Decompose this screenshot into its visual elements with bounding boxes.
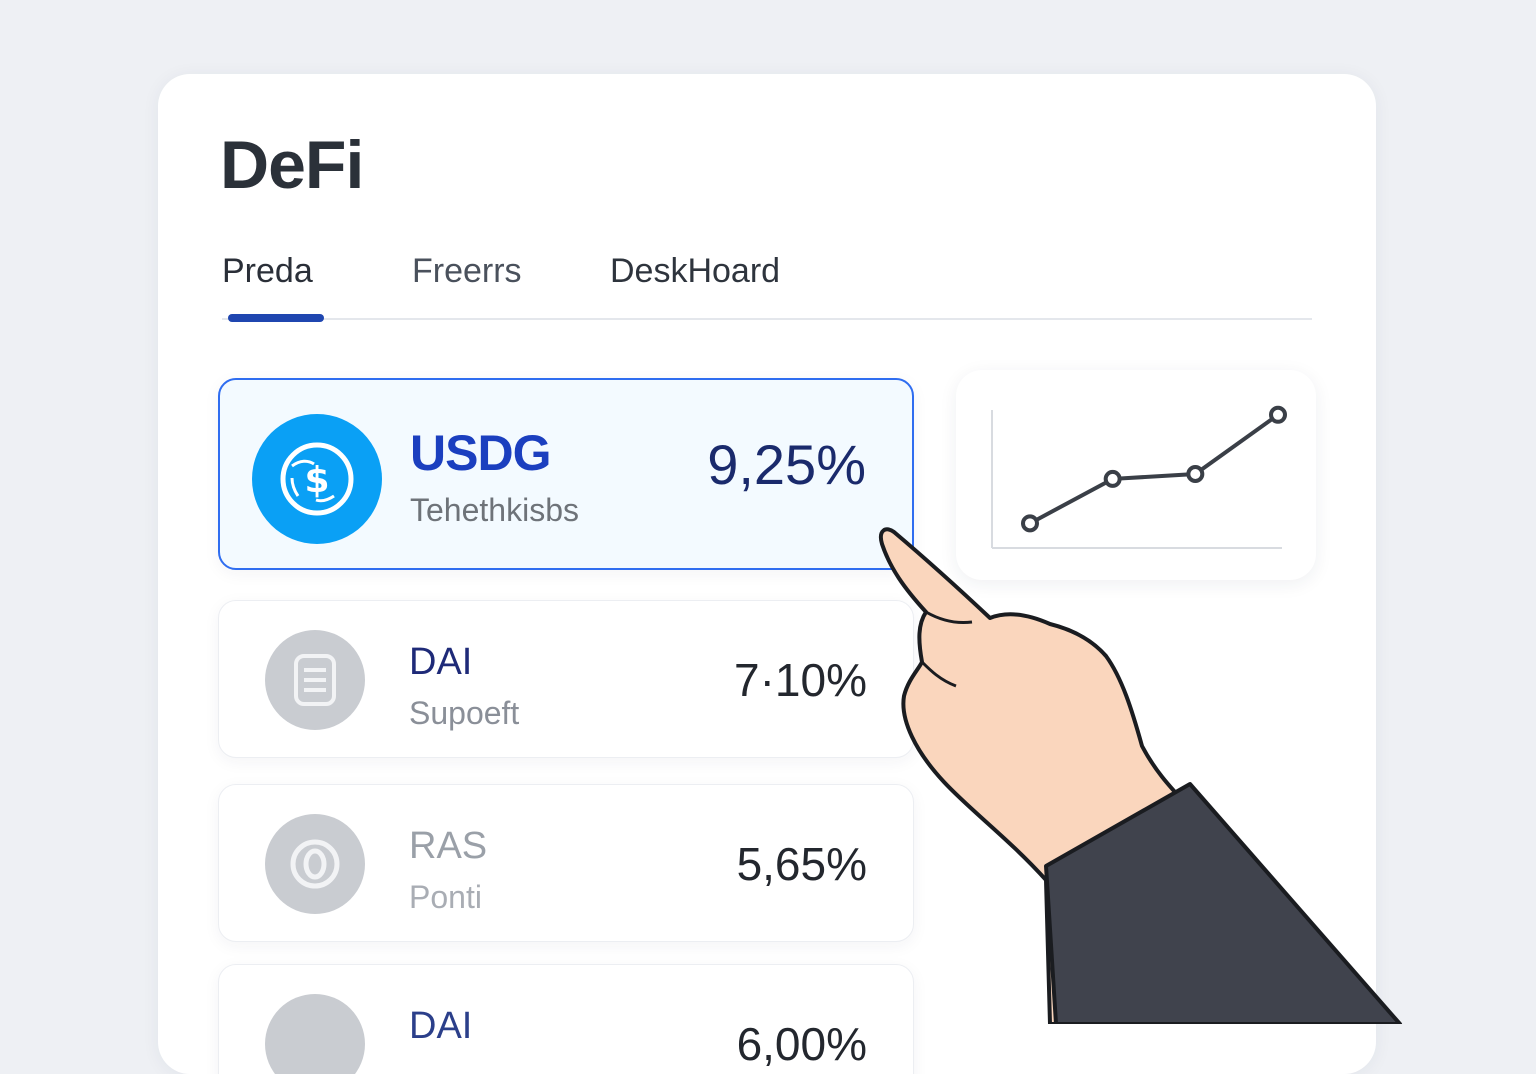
tab-freerrs[interactable]: Freerrs <box>412 252 522 291</box>
data-point-2 <box>1103 469 1122 488</box>
series-line <box>1029 413 1280 526</box>
asset-rate: 7·10% <box>734 654 867 706</box>
asset-subtitle: Ponti <box>409 879 482 915</box>
asset-rate: 6,00% <box>736 1018 867 1070</box>
asset-row-dai-2[interactable]: DAI 6,00% <box>218 964 914 1074</box>
data-point-1 <box>1021 514 1039 533</box>
rate-line-chart <box>991 405 1287 549</box>
asset-subtitle: Supoeft <box>409 695 520 731</box>
tab-deskhoard[interactable]: DeskHoard <box>610 252 780 291</box>
asset-rate: 9,25% <box>707 433 866 496</box>
asset-name: DAI <box>409 641 473 683</box>
asset-row-usdg[interactable]: $ USDG Tehethkisbs 9,25% <box>218 378 914 570</box>
asset-subtitle: Tehethkisbs <box>410 492 579 528</box>
coin-icon <box>265 994 365 1074</box>
asset-name: RAS <box>409 825 488 867</box>
asset-row-dai[interactable]: DAI Supoeft 7·10% <box>218 600 914 758</box>
defi-panel: DeFi Preda Freerrs DeskHoard $ USDG Tehe… <box>158 74 1376 1074</box>
tabs-divider <box>222 318 1312 320</box>
asset-row-ras[interactable]: RAS Ponti 5,65% <box>218 784 914 942</box>
active-tab-indicator <box>228 314 324 322</box>
asset-name: DAI <box>409 1005 473 1047</box>
tab-bar: Preda Freerrs DeskHoard <box>222 252 1312 324</box>
svg-text:$: $ <box>304 460 329 501</box>
data-point-4 <box>1269 405 1287 424</box>
ring-icon <box>265 814 365 914</box>
asset-rate: 5,65% <box>736 838 867 890</box>
data-point-3 <box>1186 465 1205 483</box>
page-title: DeFi <box>220 127 364 203</box>
dollar-globe-icon: $ <box>252 414 382 544</box>
document-icon <box>265 630 365 730</box>
asset-name: USDG <box>410 425 551 481</box>
tab-preda[interactable]: Preda <box>222 252 313 291</box>
rate-chart-card <box>956 370 1316 580</box>
